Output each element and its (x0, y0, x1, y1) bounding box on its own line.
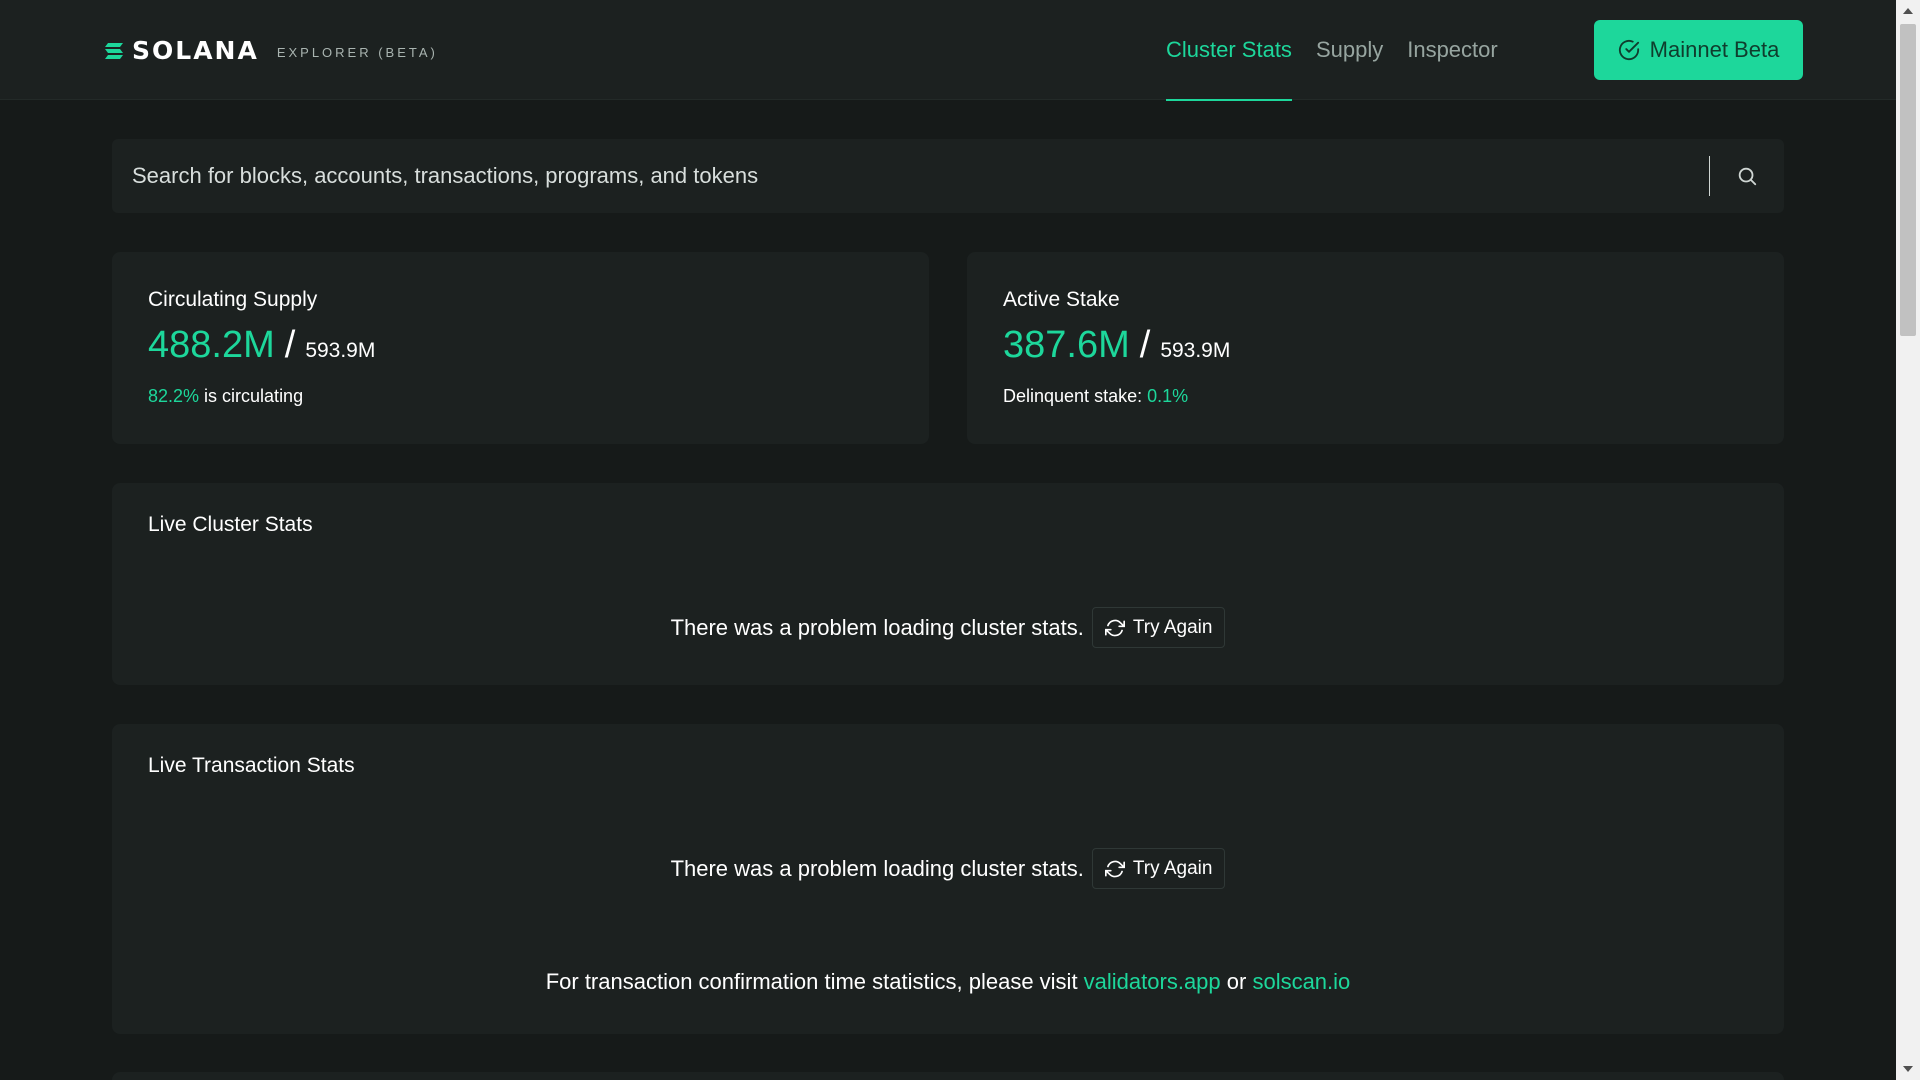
scroll-down-arrow-icon[interactable] (1903, 1066, 1913, 1072)
value-separator: / (284, 324, 296, 366)
try-again-label: Try Again (1132, 616, 1213, 638)
circulating-percent-note: 82.2% is circulating (148, 386, 303, 407)
delinquent-percent: 0.1% (1147, 386, 1189, 406)
footnote-or: or (1220, 969, 1253, 994)
try-again-button[interactable]: Try Again (1091, 848, 1226, 889)
error-message-row: There was a problem loading cluster stat… (112, 607, 1784, 648)
top-navbar: SOLANA EXPLORER (BETA) Cluster Stats Sup… (0, 0, 1896, 101)
search-button[interactable] (1710, 139, 1784, 213)
solana-logo: SOLANA (104, 36, 259, 65)
delinquent-label: Delinquent stake: (1003, 386, 1148, 406)
value-separator: / (1139, 324, 1151, 366)
stake-value-row: 387.6M / 593.9M (1003, 324, 1230, 367)
circulating-note-text: is circulating (199, 386, 304, 406)
live-transaction-stats-card: Live Transaction Stats There was a probl… (112, 724, 1784, 1034)
error-message: There was a problem loading cluster stat… (670, 614, 1084, 640)
search-bar (112, 139, 1784, 213)
circulating-value: 488.2M (148, 324, 275, 366)
error-message-row: There was a problem loading cluster stat… (112, 848, 1784, 889)
cluster-button-label: Mainnet Beta (1649, 37, 1780, 62)
check-circle-icon (1618, 39, 1639, 61)
validators-app-link[interactable]: validators.app (1084, 969, 1221, 994)
solana-mark-icon (105, 42, 123, 59)
circulating-percent: 82.2% (148, 386, 200, 406)
cluster-select-button[interactable]: Mainnet Beta (1594, 20, 1803, 80)
nav-cluster-stats[interactable]: Cluster Stats (1166, 0, 1292, 101)
refresh-icon (1104, 860, 1125, 877)
main-nav: Cluster Stats Supply Inspector (1166, 0, 1498, 101)
footnote-text: For transaction confirmation time statis… (545, 969, 1084, 994)
refresh-icon (1104, 619, 1125, 636)
solscan-link[interactable]: solscan.io (1252, 969, 1350, 994)
card-title: Active Stake (1003, 288, 1120, 311)
scroll-thumb[interactable] (1900, 24, 1916, 336)
active-stake-value: 387.6M (1003, 324, 1130, 366)
circulating-supply-card: Circulating Supply 488.2M / 593.9M 82.2%… (112, 252, 929, 444)
live-cluster-stats-card: Live Cluster Stats There was a problem l… (112, 483, 1784, 685)
brand-wordmark: SOLANA (132, 36, 259, 65)
search-input[interactable] (112, 139, 1709, 213)
card-title: Circulating Supply (148, 288, 318, 311)
next-card-partial (112, 1072, 1784, 1080)
nav-supply[interactable]: Supply (1316, 0, 1383, 100)
confirmation-time-footnote: For transaction confirmation time statis… (112, 969, 1784, 995)
search-icon (1738, 167, 1757, 186)
brand[interactable]: SOLANA EXPLORER (BETA) (104, 36, 438, 65)
active-stake-card: Active Stake 387.6M / 593.9M Delinquent … (967, 252, 1784, 444)
try-again-button[interactable]: Try Again (1091, 607, 1226, 648)
card-title: Live Transaction Stats (148, 754, 355, 777)
error-message: There was a problem loading cluster stat… (670, 855, 1084, 881)
brand-subtitle: EXPLORER (BETA) (276, 44, 438, 60)
scroll-up-arrow-icon[interactable] (1903, 8, 1913, 14)
total-supply-value: 593.9M (305, 339, 376, 362)
try-again-label: Try Again (1132, 857, 1213, 879)
card-title: Live Cluster Stats (148, 513, 313, 536)
total-stake-value: 593.9M (1160, 339, 1231, 362)
supply-value-row: 488.2M / 593.9M (148, 324, 375, 367)
page-scrollbar[interactable] (1896, 0, 1920, 1080)
nav-inspector[interactable]: Inspector (1407, 0, 1498, 100)
page: SOLANA EXPLORER (BETA) Cluster Stats Sup… (0, 0, 1920, 1080)
delinquent-stake-note: Delinquent stake: 0.1% (1003, 386, 1188, 407)
